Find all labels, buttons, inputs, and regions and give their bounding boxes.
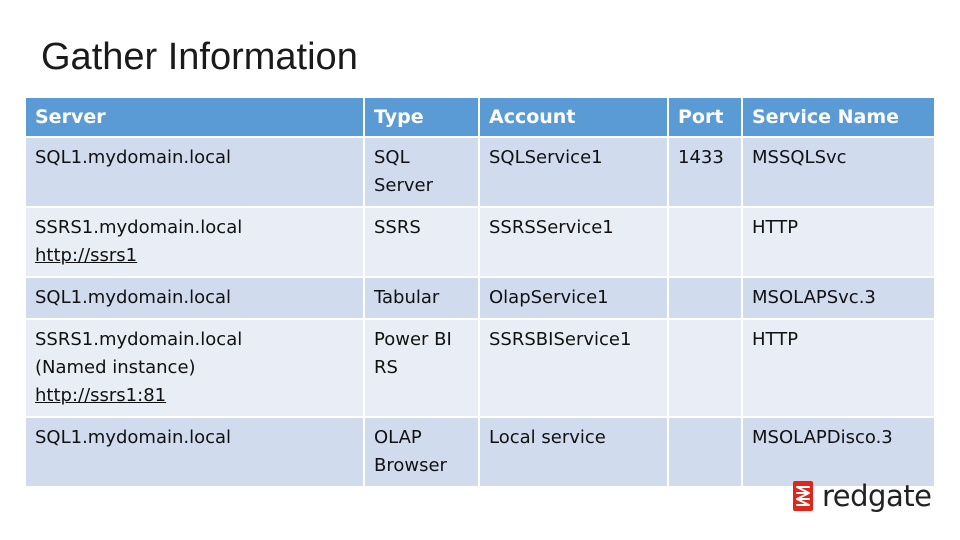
- cell-service-name: MSOLAPDisco.3: [741, 416, 936, 488]
- cell-type: OLAP Browser: [363, 416, 480, 488]
- type-line: Server: [374, 175, 434, 196]
- cell-type: Power BI RS: [363, 318, 480, 418]
- server-note: (Named instance): [35, 357, 196, 378]
- slide-title: Gather Information: [41, 36, 358, 78]
- table-row: SQL1.mydomain.local SQL Server SQLServic…: [24, 136, 936, 208]
- cell-type: SQL Server: [363, 136, 480, 208]
- header-row: Server Type Account Port Service Name: [24, 96, 936, 138]
- server-link[interactable]: http://ssrs1: [35, 245, 137, 266]
- server-name: SSRS1.mydomain.local: [35, 329, 243, 350]
- slide: Gather Information Server Type Account P…: [0, 0, 960, 540]
- table-row: SQL1.mydomain.local Tabular OlapService1…: [24, 276, 936, 320]
- table-row: SSRS1.mydomain.local (Named instance) ht…: [24, 318, 936, 418]
- header-account: Account: [478, 96, 669, 138]
- redgate-logo-text: redgate: [822, 479, 932, 513]
- cell-service-name: HTTP: [741, 318, 936, 418]
- type-line: Power BI: [374, 329, 452, 350]
- type-line: Tabular: [374, 287, 440, 308]
- cell-account: OlapService1: [478, 276, 669, 320]
- cell-port: [667, 276, 743, 320]
- header-service-name: Service Name: [741, 96, 936, 138]
- cell-service-name: HTTP: [741, 206, 936, 278]
- header-port: Port: [667, 96, 743, 138]
- cell-port: [667, 318, 743, 418]
- server-name: SQL1.mydomain.local: [35, 147, 232, 168]
- type-line: SQL: [374, 147, 410, 168]
- type-line: RS: [374, 357, 398, 378]
- cell-server: SSRS1.mydomain.local (Named instance) ht…: [24, 318, 365, 418]
- cell-account: SSRSService1: [478, 206, 669, 278]
- cell-type: Tabular: [363, 276, 480, 320]
- type-line: OLAP: [374, 427, 422, 448]
- table-row: SSRS1.mydomain.local http://ssrs1 SSRS S…: [24, 206, 936, 278]
- cell-port: [667, 416, 743, 488]
- redgate-logo: redgate: [791, 478, 932, 514]
- redgate-logo-icon: [793, 481, 813, 511]
- server-name: SSRS1.mydomain.local: [35, 217, 243, 238]
- cell-account: SSRSBIService1: [478, 318, 669, 418]
- cell-service-name: MSSQLSvc: [741, 136, 936, 208]
- cell-service-name: MSOLAPSvc.3: [741, 276, 936, 320]
- server-name: SQL1.mydomain.local: [35, 427, 232, 448]
- server-name: SQL1.mydomain.local: [35, 287, 232, 308]
- table-row: SQL1.mydomain.local OLAP Browser Local s…: [24, 416, 936, 488]
- header-type: Type: [363, 96, 480, 138]
- cell-port: 1433: [667, 136, 743, 208]
- cell-server: SQL1.mydomain.local: [24, 136, 365, 208]
- cell-server: SQL1.mydomain.local: [24, 276, 365, 320]
- cell-port: [667, 206, 743, 278]
- server-link[interactable]: http://ssrs1:81: [35, 385, 166, 406]
- type-line: SSRS: [374, 217, 421, 238]
- type-line: Browser: [374, 455, 447, 476]
- cell-account: SQLService1: [478, 136, 669, 208]
- info-table: Server Type Account Port Service Name SQ…: [24, 96, 936, 488]
- cell-server: SQL1.mydomain.local: [24, 416, 365, 488]
- cell-server: SSRS1.mydomain.local http://ssrs1: [24, 206, 365, 278]
- cell-account: Local service: [478, 416, 669, 488]
- header-server: Server: [24, 96, 365, 138]
- cell-type: SSRS: [363, 206, 480, 278]
